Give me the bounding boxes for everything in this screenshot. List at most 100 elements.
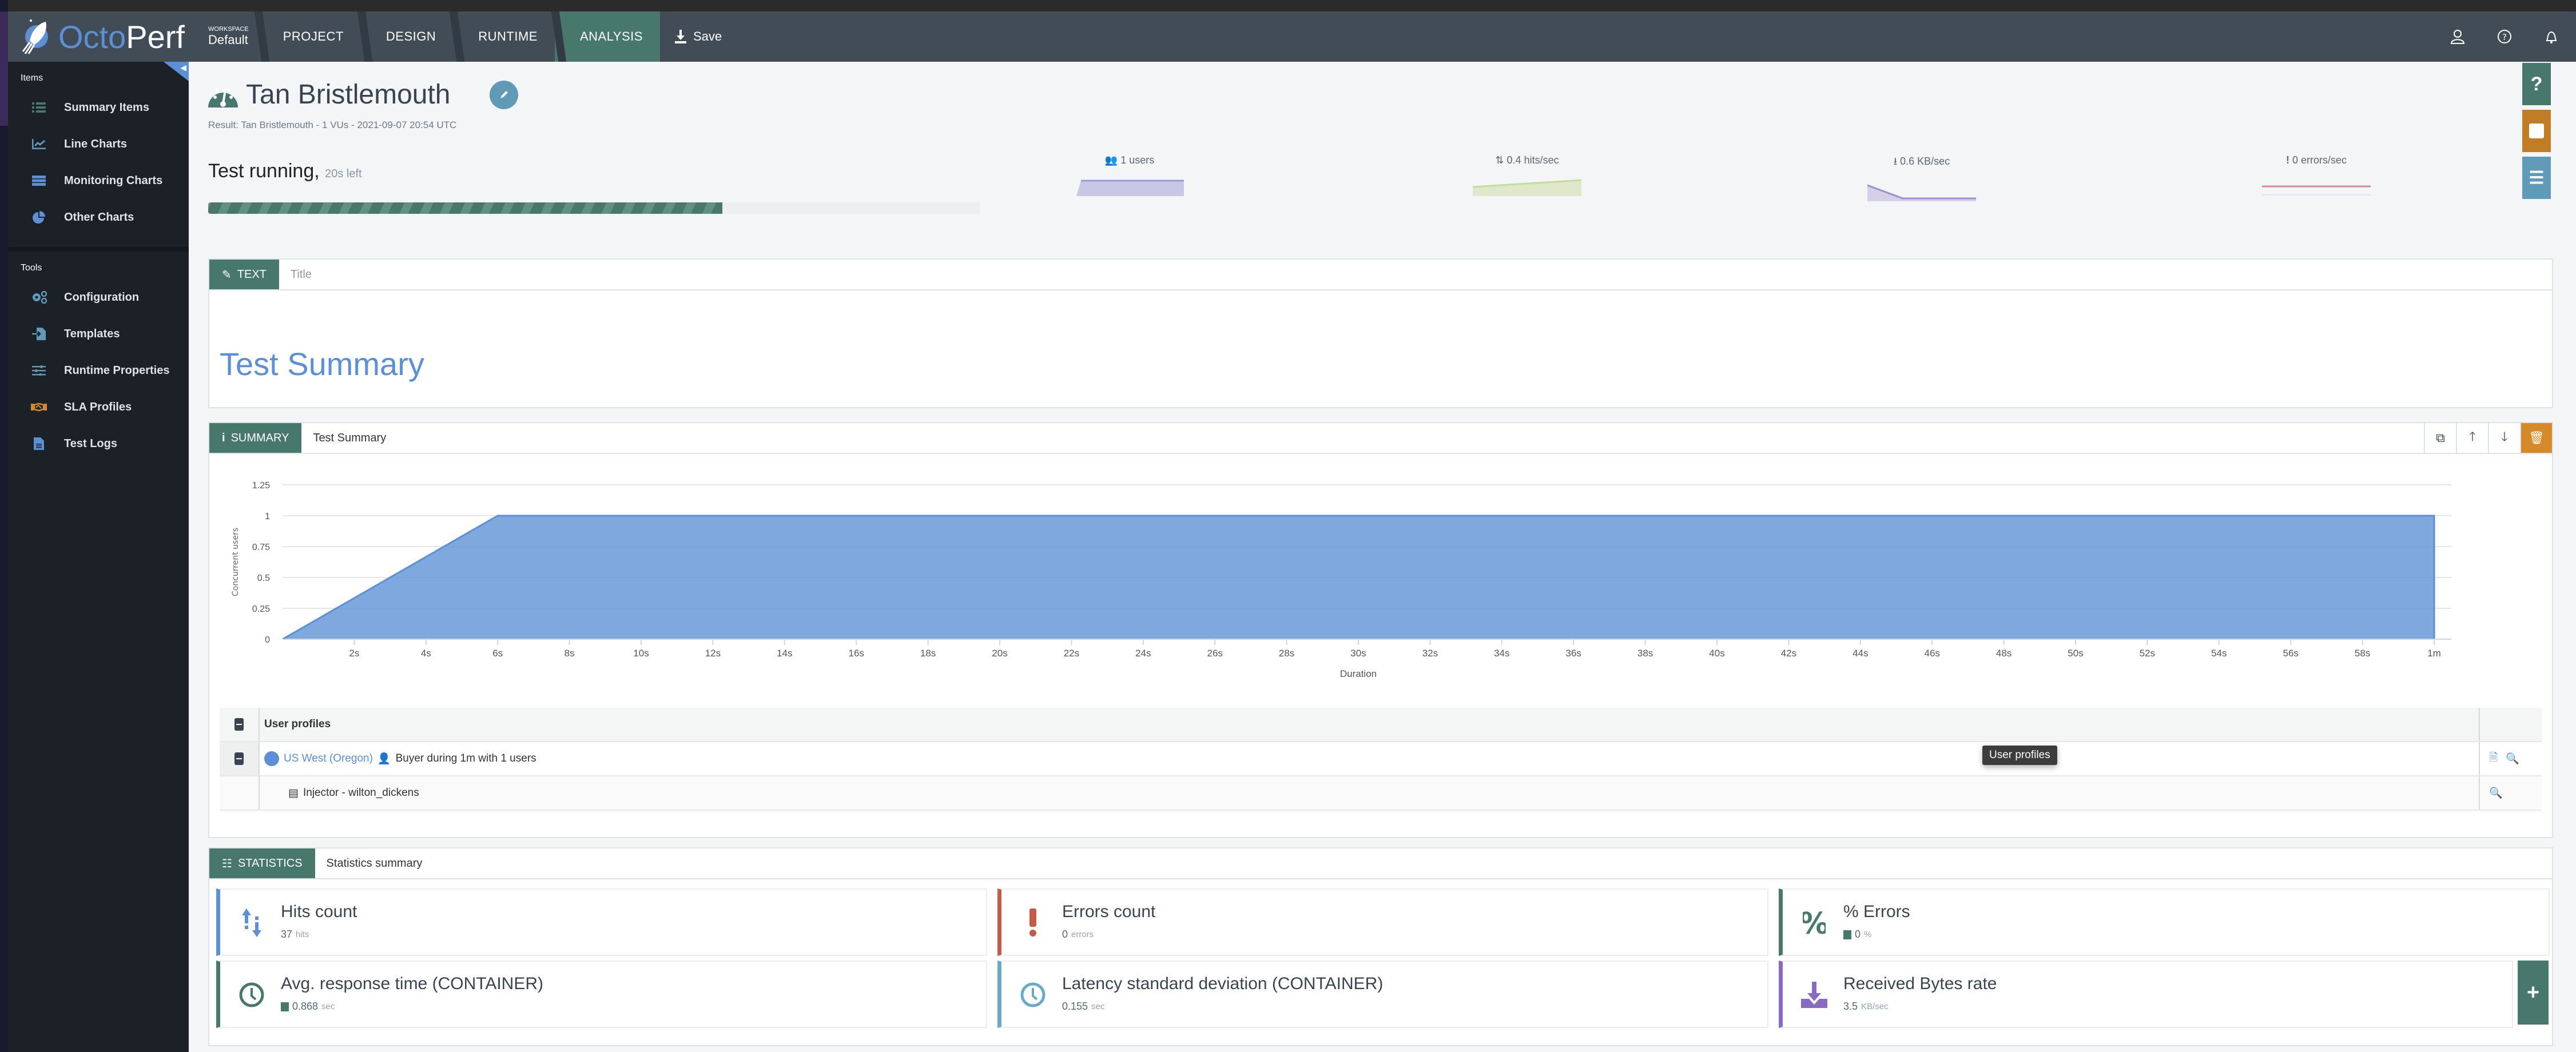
- stat-value: 1: [1120, 154, 1127, 166]
- y-tick-label: 0.5: [257, 573, 270, 583]
- x-tick-label: 18s: [920, 648, 936, 659]
- save-button[interactable]: Save: [660, 11, 737, 62]
- move-up-button[interactable]: 🡑: [2456, 423, 2488, 453]
- stat-name: Errors count: [1062, 902, 1156, 921]
- stat-card-errors[interactable]: % % Errors 0%: [1779, 888, 2550, 956]
- workspace-label: WORKSPACE: [208, 26, 249, 33]
- x-tick-label: 20s: [992, 648, 1007, 659]
- crumb-label: PROJECT: [283, 29, 344, 43]
- stat-value: 37 hits: [281, 929, 309, 941]
- minus-square-icon: [234, 718, 244, 731]
- plus-icon: +: [2526, 980, 2540, 1005]
- help-icon[interactable]: ?: [2497, 29, 2512, 44]
- sidebar-item-runtime-properties[interactable]: Runtime Properties: [8, 352, 189, 389]
- move-down-button[interactable]: 🡓: [2488, 423, 2520, 453]
- search-icon[interactable]: 🔍: [2506, 752, 2519, 766]
- x-tick-label: 26s: [1207, 648, 1222, 659]
- table-row: ▤ Injector - wilton_dickens 🔍: [220, 776, 2542, 811]
- x-tick-label: 58s: [2355, 648, 2370, 659]
- stat-card-latency-standard-deviation-container[interactable]: Latency standard deviation (CONTAINER) 0…: [997, 961, 1768, 1028]
- collapse-all-toggle[interactable]: [220, 708, 260, 741]
- statistics-panel: ☷ STATISTICS Statistics summary Hits coun…: [208, 847, 2553, 1046]
- hits-sparkline: [1473, 179, 1581, 196]
- search-icon[interactable]: 🔍: [2489, 786, 2503, 800]
- sidebar-item-summary-items[interactable]: Summary Items: [8, 89, 189, 126]
- rocket-logo-icon: [22, 19, 48, 54]
- statistics-title-input[interactable]: Statistics summary: [315, 848, 2552, 878]
- sidebar-item-sla-profiles[interactable]: SLA Profiles: [8, 389, 189, 425]
- x-tick-label: 10s: [633, 648, 649, 659]
- x-axis-title: Duration: [1340, 668, 1377, 679]
- stat-unit: %: [1864, 930, 1872, 939]
- test-status: Test running, 20s left: [208, 160, 362, 182]
- handshake-icon: [27, 403, 50, 412]
- stat-value: 0.4: [1506, 154, 1521, 166]
- list-icon: [27, 102, 50, 113]
- stop-test-tab[interactable]: [2522, 110, 2551, 152]
- x-tick-label: 22s: [1064, 648, 1079, 659]
- text-title-input[interactable]: Title: [279, 260, 2552, 289]
- stat-card-hits-count[interactable]: Hits count 37 hits: [216, 888, 987, 956]
- main-content: ? ☰ Tan Bristlemouth Result: Tan Bristle…: [189, 62, 2553, 1052]
- delete-button[interactable]: 🗑: [2520, 423, 2552, 453]
- user-icon: 👤: [377, 753, 391, 765]
- sidebar-item-other-charts[interactable]: Other Charts: [8, 199, 189, 236]
- stat-card-received-bytes-rate[interactable]: Received Bytes rate 3.5 KB/sec: [1779, 961, 2513, 1028]
- user-icon[interactable]: [2450, 29, 2465, 44]
- x-tick-label: 2s: [349, 648, 359, 659]
- stat-value: 0: [2292, 154, 2298, 166]
- sidebar-item-test-logs[interactable]: Test Logs: [8, 425, 189, 462]
- top-navbar: OctoPerf WORKSPACE Default PROJECT DESIG…: [8, 11, 2576, 62]
- tooltip: User profiles: [1982, 746, 2057, 765]
- stat-value: 3.5 KB/sec: [1843, 1001, 1889, 1013]
- text-panel-content: Test Summary: [220, 346, 424, 382]
- x-tick-label: 8s: [565, 648, 575, 659]
- sidebar-item-templates[interactable]: Templates: [8, 316, 189, 352]
- x-tick-label: 52s: [2140, 648, 2155, 659]
- workspace-selector[interactable]: WORKSPACE Default: [202, 11, 258, 62]
- workspace-value: Default: [208, 33, 248, 47]
- edit-title-button[interactable]: [489, 80, 518, 109]
- row-collapse-toggle[interactable]: [220, 742, 260, 775]
- desktop-edge: [0, 0, 8, 1052]
- list-tab[interactable]: ☰: [2522, 157, 2551, 199]
- sidebar-item-label: SLA Profiles: [64, 400, 132, 413]
- sidebar-item-configuration[interactable]: Configuration: [8, 279, 189, 316]
- location-link[interactable]: US West (Oregon): [284, 752, 373, 765]
- sidebar-item-label: Templates: [64, 327, 120, 340]
- x-tick-label: 36s: [1565, 648, 1581, 659]
- octoperf-logo[interactable]: OctoPerf: [8, 11, 202, 62]
- color-square: [281, 1002, 289, 1011]
- stat-card-errors-count[interactable]: Errors count 0 errors: [997, 888, 1768, 956]
- y-tick-label: 1.25: [252, 481, 270, 491]
- crumb-project[interactable]: PROJECT: [257, 11, 361, 62]
- dashboard-gauge-icon: [208, 88, 238, 107]
- help-tab[interactable]: ?: [2522, 63, 2551, 105]
- info-icon: i: [222, 431, 225, 444]
- stat-card-avg-response-time-container[interactable]: Avg. response time (CONTAINER) 0.868 sec: [216, 961, 987, 1028]
- stat-value: 0.6: [1900, 156, 1915, 167]
- live-stat-errors: ! 0 errors/sec: [2253, 154, 2379, 196]
- crumb-analysis[interactable]: ANALYSIS: [554, 11, 660, 62]
- received-sparkline: [1867, 184, 1976, 201]
- summary-title-input[interactable]: Test Summary: [301, 423, 2424, 453]
- caret-left-icon: ◀: [180, 63, 186, 72]
- concurrent-users-chart: 0 0.25 0.5 0.75 1 1.25 2s 4s 6s 8s 10s 12s 14s 16s 18s…: [231, 481, 2451, 679]
- duplicate-button[interactable]: ⧉: [2424, 423, 2456, 453]
- sidebar-item-label: Configuration: [64, 290, 140, 304]
- injector-text: Injector - wilton_dickens: [303, 787, 419, 799]
- crumb-runtime[interactable]: RUNTIME: [453, 11, 555, 62]
- crumb-design[interactable]: DESIGN: [360, 11, 454, 62]
- sidebar-item-monitoring-charts[interactable]: Monitoring Charts: [8, 162, 189, 199]
- minus-square-icon: [234, 752, 244, 765]
- add-statistic-button[interactable]: +: [2518, 961, 2549, 1025]
- sidebar-item-line-charts[interactable]: Line Charts: [8, 126, 189, 162]
- stat-unit: errors/sec: [2301, 154, 2347, 166]
- collapse-sidebar-button[interactable]: ◀: [164, 62, 189, 81]
- download-icon: ⭳: [1893, 156, 1898, 167]
- stat-unit: users: [1129, 154, 1155, 166]
- bell-icon[interactable]: [2544, 29, 2559, 44]
- file-icon[interactable]: 🗎: [2489, 750, 2498, 768]
- x-tick-label: 40s: [1709, 648, 1724, 659]
- server-icon: ▤: [288, 787, 299, 799]
